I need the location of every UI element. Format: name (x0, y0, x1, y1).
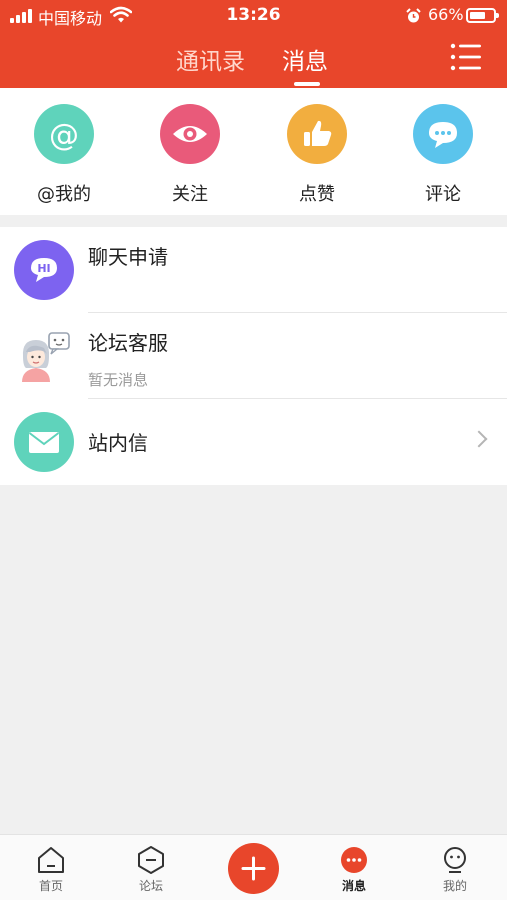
quick-action-at-me[interactable]: @ @我的 (24, 104, 104, 206)
at-icon: @ (34, 104, 94, 164)
nav-profile[interactable]: 我的 (415, 845, 495, 894)
message-item-forum-support[interactable]: 论坛客服 暂无消息 (0, 313, 507, 399)
eye-icon (160, 104, 220, 164)
message-title: 聊天申请 (88, 245, 168, 269)
message-subtitle: 暂无消息 (88, 371, 149, 389)
tab-contacts[interactable]: 通讯录 (176, 42, 245, 76)
profile-icon (444, 847, 466, 873)
quick-action-follow[interactable]: 关注 (150, 104, 230, 206)
plus-icon[interactable] (228, 843, 279, 894)
nav-label: 论坛 (138, 879, 163, 893)
status-bar: 中国移动 13:26 66% (0, 0, 507, 32)
quick-action-label: 关注 (172, 184, 208, 205)
alarm-icon (406, 8, 421, 23)
support-agent-icon (14, 326, 74, 386)
active-tab-indicator (294, 82, 320, 86)
thumbs-up-icon (287, 104, 347, 164)
svg-text:@: @ (49, 118, 79, 153)
battery-percent: 66% (428, 5, 464, 24)
comment-icon (413, 104, 473, 164)
bottom-nav: 首页 论坛 消息 我的 (0, 834, 507, 900)
quick-action-likes[interactable]: 点赞 (277, 104, 357, 206)
svg-text:HI: HI (37, 262, 50, 275)
quick-action-label: 评论 (425, 184, 461, 205)
nav-label: 我的 (442, 879, 467, 893)
nav-label: 消息 (341, 879, 366, 893)
mail-icon (14, 412, 74, 472)
nav-label: 首页 (38, 879, 63, 893)
nav-forum[interactable]: 论坛 (111, 845, 191, 894)
tab-messages[interactable]: 消息 (282, 42, 328, 76)
hi-chat-icon: HI (14, 240, 74, 300)
message-title: 站内信 (88, 431, 148, 455)
battery-icon (466, 8, 499, 23)
nav-messages[interactable]: 消息 (314, 845, 394, 894)
message-icon (341, 847, 367, 873)
list-menu-icon[interactable] (450, 42, 482, 72)
nav-home[interactable]: 首页 (11, 845, 91, 894)
quick-actions: @ @我的 关注 点赞 评论 (0, 88, 507, 215)
quick-action-label: @我的 (37, 184, 91, 205)
top-header: 中国移动 13:26 66% 通讯录 消息 (0, 0, 507, 88)
message-list: HI 聊天申请 论坛客服 暂无消息 站内信 (0, 227, 507, 485)
message-title: 论坛客服 (88, 331, 168, 355)
chevron-right-icon (470, 430, 488, 448)
forum-icon (138, 846, 164, 874)
message-item-chat-requests[interactable]: HI 聊天申请 (0, 227, 507, 313)
quick-action-label: 点赞 (299, 184, 335, 205)
message-item-site-mail[interactable]: 站内信 (0, 399, 507, 485)
home-icon (38, 847, 64, 873)
quick-action-comments[interactable]: 评论 (403, 104, 483, 206)
